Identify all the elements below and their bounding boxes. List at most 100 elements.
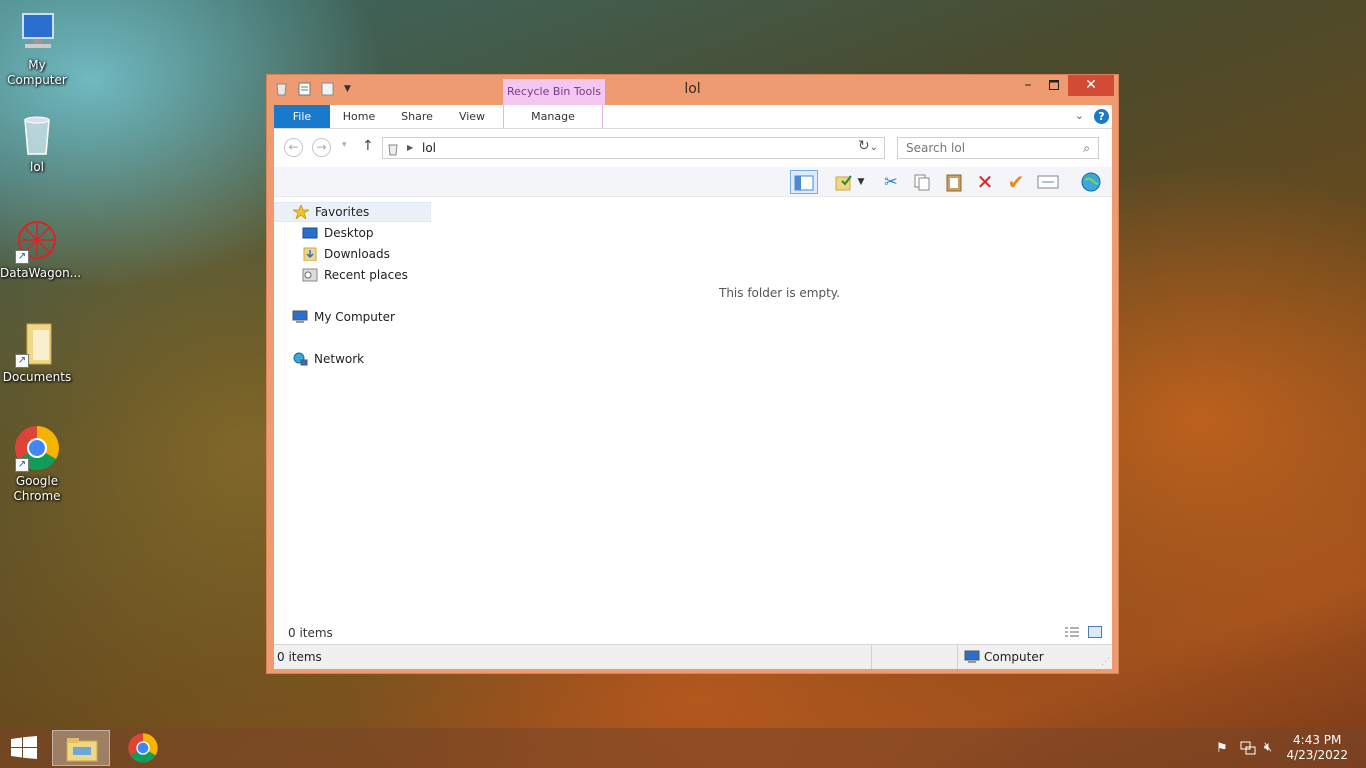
computer-icon [13, 8, 61, 56]
folder-icon: ↗ [13, 320, 61, 368]
start-button[interactable] [10, 736, 38, 763]
recycle-bin-small-icon [387, 142, 399, 162]
shortcut-arrow-icon: ↗ [15, 250, 29, 264]
navigation-pane: Favorites Desktop Downloads Recent place… [274, 202, 434, 642]
maximize-button[interactable] [1043, 75, 1065, 96]
datawagon-icon: ↗ [13, 216, 61, 264]
chrome-icon: ↗ [13, 424, 61, 472]
ribbon-tabs: File Home Share View Manage ⌄ ? [274, 105, 1112, 129]
forward-button[interactable]: → [312, 138, 331, 157]
close-button[interactable]: ✕ [1068, 75, 1114, 96]
nav-label: Desktop [324, 226, 374, 240]
action-center-flag-icon[interactable]: ⚑ [1216, 741, 1228, 756]
item-count: 0 items [288, 626, 333, 640]
up-button[interactable]: ↑ [362, 138, 374, 154]
breadcrumb-arrow-icon[interactable]: ▶ [407, 138, 413, 158]
nav-favorites[interactable]: Favorites [274, 202, 431, 222]
search-icon: ⌕ [1083, 141, 1090, 155]
star-icon [291, 203, 311, 221]
desktop-icon-documents[interactable]: ↗ Documents [0, 320, 74, 385]
nav-network[interactable]: Network [292, 349, 364, 369]
nav-recent-places[interactable]: Recent places [302, 265, 408, 285]
refresh-icon[interactable]: ↻ [858, 138, 870, 154]
network-icon [292, 352, 308, 366]
desktop-icon-google-chrome[interactable]: ↗ Google Chrome [0, 424, 74, 504]
search-input[interactable]: Search lol ⌕ [897, 137, 1099, 159]
desktop-icon-recycle-bin[interactable]: lol [0, 110, 74, 175]
globe-icon[interactable] [1077, 170, 1105, 194]
file-explorer-icon [66, 738, 98, 762]
paste-icon[interactable] [940, 170, 968, 194]
volume-muted-icon[interactable]: 🔇︎ [1264, 740, 1272, 755]
windows-logo-icon [11, 736, 37, 759]
nav-label: Recent places [324, 268, 408, 282]
desktop-icon-label: Google Chrome [13, 474, 61, 503]
clock-date: 4/23/2022 [1286, 748, 1348, 762]
command-toolbar: ▼ ✂ ✕ ✔ [274, 167, 1112, 197]
window-title: lol [684, 81, 701, 97]
taskbar-file-explorer[interactable] [52, 730, 110, 766]
recent-places-icon [302, 268, 318, 282]
large-icons-view-icon[interactable] [1088, 626, 1102, 641]
status-location: Computer [984, 650, 1044, 664]
tab-file[interactable]: File [274, 105, 330, 128]
desktop-icon [302, 226, 318, 240]
nav-label: Downloads [324, 247, 390, 261]
search-placeholder: Search lol [906, 141, 966, 155]
status-item-count: 0 items [277, 650, 322, 664]
network-tray-icon[interactable] [1240, 741, 1256, 758]
cut-icon[interactable]: ✂ [877, 170, 905, 194]
taskbar-google-chrome[interactable] [127, 732, 159, 767]
desktop-icon-my-computer[interactable]: My Computer [0, 8, 74, 88]
computer-icon [292, 310, 308, 324]
nav-downloads[interactable]: Downloads [302, 244, 390, 264]
select-dropdown-icon[interactable]: ▼ [854, 170, 868, 194]
recycle-bin-icon [13, 110, 61, 158]
address-toolbar: ← → ▾ ↑ ▶ lol ⌄ ↻ Search lol ⌕ [274, 129, 1112, 167]
desktop-icon-label: Documents [2, 370, 72, 384]
nav-label: Favorites [315, 205, 370, 219]
rename-icon[interactable] [1034, 170, 1062, 194]
desktop-icon-label: lol [29, 160, 44, 174]
nav-my-computer[interactable]: My Computer [292, 307, 395, 327]
back-button[interactable]: ← [284, 138, 303, 157]
desktop-icon-label: DataWagon... [0, 266, 82, 280]
empty-folder-message: This folder is empty. [719, 286, 840, 300]
nav-desktop[interactable]: Desktop [302, 223, 374, 243]
preview-pane-icon[interactable] [790, 170, 818, 194]
delete-icon[interactable]: ✕ [971, 170, 999, 194]
nav-label: Network [314, 352, 365, 366]
address-bar[interactable]: ▶ lol ⌄ [382, 137, 885, 159]
expand-ribbon-icon[interactable]: ⌄ [1075, 109, 1084, 122]
downloads-folder-icon [302, 247, 318, 262]
desktop-icon-label: My Computer [7, 58, 67, 87]
breadcrumb-lol[interactable]: lol [422, 138, 436, 158]
tab-manage[interactable]: Manage [503, 105, 603, 128]
shortcut-arrow-icon: ↗ [15, 354, 29, 368]
copy-icon[interactable] [908, 170, 936, 194]
checkmark-icon[interactable]: ✔ [1002, 170, 1030, 194]
chrome-icon [128, 733, 158, 763]
clock[interactable]: 4:43 PM 4/23/2022 [1286, 733, 1348, 763]
details-view-icon[interactable] [1064, 626, 1080, 641]
tab-share[interactable]: Share [394, 105, 440, 128]
minimize-button[interactable]: – [1017, 75, 1039, 96]
tab-view[interactable]: View [452, 105, 492, 128]
explorer-content: ← → ▾ ↑ ▶ lol ⌄ ↻ Search lol ⌕ ▼ ✂ ✕ ✔ F… [274, 129, 1112, 669]
nav-label: My Computer [314, 310, 395, 324]
resize-grip-icon[interactable]: ⋰ [1101, 657, 1110, 667]
computer-icon [964, 650, 980, 667]
help-icon[interactable]: ? [1094, 109, 1109, 124]
tab-home[interactable]: Home [336, 105, 382, 128]
shortcut-arrow-icon: ↗ [15, 458, 29, 472]
desktop-icon-datawagon[interactable]: ↗ DataWagon... [0, 216, 82, 281]
clock-time: 4:43 PM [1293, 733, 1342, 747]
taskbar: ⚑ 🔇︎ 4:43 PM 4/23/2022 [0, 728, 1366, 768]
explorer-window: ▼ Recycle Bin Tools lol – ✕ File Home Sh… [266, 74, 1119, 674]
address-dropdown-icon[interactable]: ⌄ [870, 138, 878, 158]
title-bar[interactable]: ▼ Recycle Bin Tools lol – ✕ [267, 75, 1118, 105]
recent-locations-icon[interactable]: ▾ [342, 140, 347, 150]
status-divider [957, 645, 958, 669]
status-bar: 0 items Computer ⋰ [274, 644, 1112, 669]
status-divider [871, 645, 872, 669]
